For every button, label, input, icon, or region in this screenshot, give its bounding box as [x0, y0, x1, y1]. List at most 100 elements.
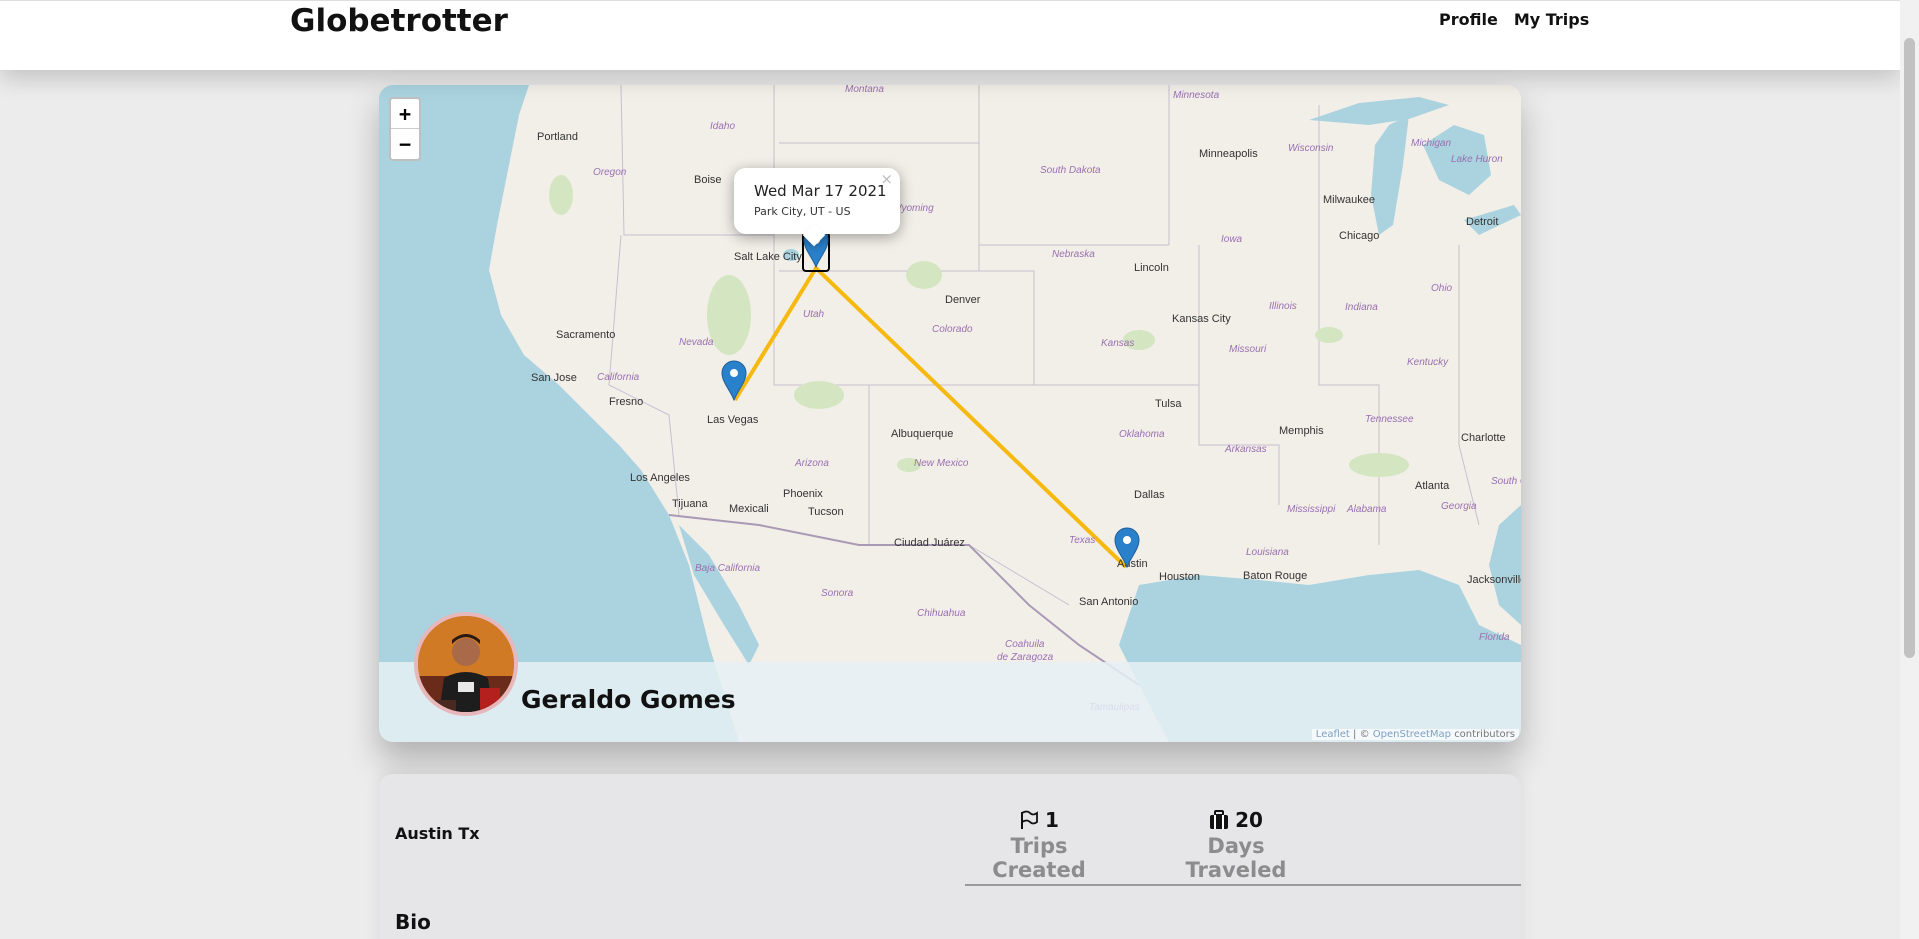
- region-lake-huron: Lake Huron: [1451, 154, 1503, 165]
- zoom-control: + −: [389, 97, 421, 161]
- navbar: Globetrotter Profile My Trips: [0, 0, 1900, 70]
- page-scrollbar[interactable]: [1900, 0, 1919, 939]
- city-jacksonville: Jacksonville: [1467, 574, 1521, 586]
- region-nebraska: Nebraska: [1052, 249, 1095, 260]
- city-atlanta: Atlanta: [1415, 480, 1450, 492]
- profile-location: Austin Tx: [395, 824, 480, 843]
- region-idaho: Idaho: [710, 121, 735, 132]
- city-tucson: Tucson: [808, 506, 844, 518]
- map-attribution: Leaflet | © OpenStreetMap contributors: [1311, 729, 1519, 740]
- region-sonora: Sonora: [821, 588, 854, 599]
- city-chicago: Chicago: [1339, 230, 1379, 242]
- city-phoenix: Phoenix: [783, 488, 823, 500]
- attribution-suffix: contributors: [1454, 729, 1515, 740]
- stat-days-traveled: 20 Days Traveled: [1157, 808, 1315, 882]
- scrollbar-thumb[interactable]: [1904, 38, 1915, 658]
- region-alabama: Alabama: [1346, 504, 1387, 515]
- city-houston: Houston: [1159, 571, 1200, 583]
- region-colorado: Colorado: [932, 324, 973, 335]
- suitcase-icon: [1210, 810, 1229, 829]
- nav-my-trips-link[interactable]: My Trips: [1514, 10, 1589, 29]
- region-florida: Florida: [1479, 632, 1510, 643]
- stats-divider: [965, 884, 1521, 886]
- city-austin: Austin: [1117, 558, 1148, 570]
- region-oregon: Oregon: [593, 167, 627, 178]
- zoom-in-button[interactable]: +: [391, 99, 419, 129]
- city-tulsa: Tulsa: [1155, 398, 1182, 410]
- region-indiana: Indiana: [1345, 302, 1378, 313]
- region-kentucky: Kentucky: [1407, 357, 1449, 368]
- city-fresno: Fresno: [609, 396, 643, 408]
- avatar[interactable]: [414, 612, 518, 716]
- region-louisiana: Louisiana: [1246, 547, 1289, 558]
- region-baja-california: Baja California: [695, 563, 760, 574]
- region-california: California: [597, 372, 640, 383]
- map-canvas[interactable]: Portland Boise Sacramento San Jose Fresn…: [379, 85, 1521, 742]
- city-albuquerque: Albuquerque: [891, 428, 953, 440]
- attribution-separator: | ©: [1353, 729, 1370, 740]
- city-lincoln: Lincoln: [1134, 262, 1169, 274]
- region-oklahoma: Oklahoma: [1119, 429, 1165, 440]
- city-charlotte: Charlotte: [1461, 432, 1506, 444]
- region-coahuila: Coahuila: [1005, 639, 1045, 650]
- region-texas: Texas: [1069, 535, 1095, 546]
- zoom-out-button[interactable]: −: [391, 129, 419, 159]
- region-kansas: Kansas: [1101, 338, 1134, 349]
- city-tijuana: Tijuana: [672, 498, 709, 510]
- region-montana: Montana: [845, 85, 884, 95]
- region-nevada: Nevada: [679, 337, 714, 348]
- region-illinois: Illinois: [1269, 301, 1297, 312]
- trips-created-value: 1: [1045, 808, 1059, 832]
- city-sacramento: Sacramento: [556, 329, 615, 341]
- city-milwaukee: Milwaukee: [1323, 194, 1375, 206]
- region-chihuahua: Chihuahua: [917, 608, 966, 619]
- city-dallas: Dallas: [1134, 489, 1165, 501]
- days-traveled-label: Days Traveled: [1185, 834, 1287, 882]
- region-georgia: Georgia: [1441, 501, 1477, 512]
- region-arizona: Arizona: [794, 458, 829, 469]
- city-salt-lake-city: Salt Lake City: [734, 251, 802, 263]
- nav-profile-link[interactable]: Profile: [1439, 10, 1498, 29]
- region-south-dakota: South Dakota: [1040, 165, 1101, 176]
- region-ohio: Ohio: [1431, 283, 1453, 294]
- city-las-vegas: Las Vegas: [707, 414, 759, 426]
- flag-icon: [1021, 810, 1038, 829]
- profile-name: Geraldo Gomes: [521, 685, 736, 714]
- leaflet-link[interactable]: Leaflet: [1316, 729, 1350, 740]
- days-traveled-value: 20: [1235, 808, 1263, 832]
- openstreetmap-link[interactable]: OpenStreetMap: [1373, 729, 1451, 740]
- city-los-angeles: Los Angeles: [630, 472, 690, 484]
- city-memphis: Memphis: [1279, 425, 1324, 437]
- brand-logo[interactable]: Globetrotter: [290, 3, 508, 39]
- city-san-jose: San Jose: [531, 372, 577, 384]
- popup-date: Wed Mar 17 2021: [754, 182, 887, 200]
- region-iowa: Iowa: [1221, 234, 1243, 245]
- stat-trips-created: 1 Trips Created: [965, 808, 1113, 882]
- city-baton-rouge: Baton Rouge: [1243, 570, 1307, 582]
- region-minnesota: Minnesota: [1173, 90, 1220, 101]
- region-tennessee: Tennessee: [1365, 414, 1414, 425]
- region-arkansas: Arkansas: [1224, 444, 1267, 455]
- trip-map-card: Portland Boise Sacramento San Jose Fresn…: [379, 85, 1521, 742]
- popup-location: Park City, UT - US: [754, 205, 851, 218]
- region-wisconsin: Wisconsin: [1288, 143, 1334, 154]
- trips-created-label: Trips Created: [992, 834, 1086, 882]
- city-boise: Boise: [694, 174, 722, 186]
- city-denver: Denver: [945, 294, 981, 306]
- region-mississippi: Mississippi: [1287, 504, 1336, 515]
- city-minneapolis: Minneapolis: [1199, 148, 1258, 160]
- city-kansas-city: Kansas City: [1172, 313, 1231, 325]
- city-portland: Portland: [537, 131, 578, 143]
- profile-info-card: Austin Tx 1 Trips Created 20 Days Travel…: [379, 774, 1521, 939]
- trip-popup: × Wed Mar 17 2021 Park City, UT - US: [734, 168, 900, 234]
- bio-heading: Bio: [395, 910, 431, 934]
- region-south-c: South C: [1491, 476, 1521, 487]
- city-ciudad-juarez: Ciudad Juárez: [894, 537, 965, 549]
- region-michigan: Michigan: [1411, 138, 1451, 149]
- city-mexicali: Mexicali: [729, 503, 769, 515]
- region-utah: Utah: [803, 309, 825, 320]
- city-detroit: Detroit: [1466, 216, 1498, 228]
- region-missouri: Missouri: [1229, 344, 1267, 355]
- city-san-antonio: San Antonio: [1079, 596, 1138, 608]
- region-new-mexico: New Mexico: [914, 458, 969, 469]
